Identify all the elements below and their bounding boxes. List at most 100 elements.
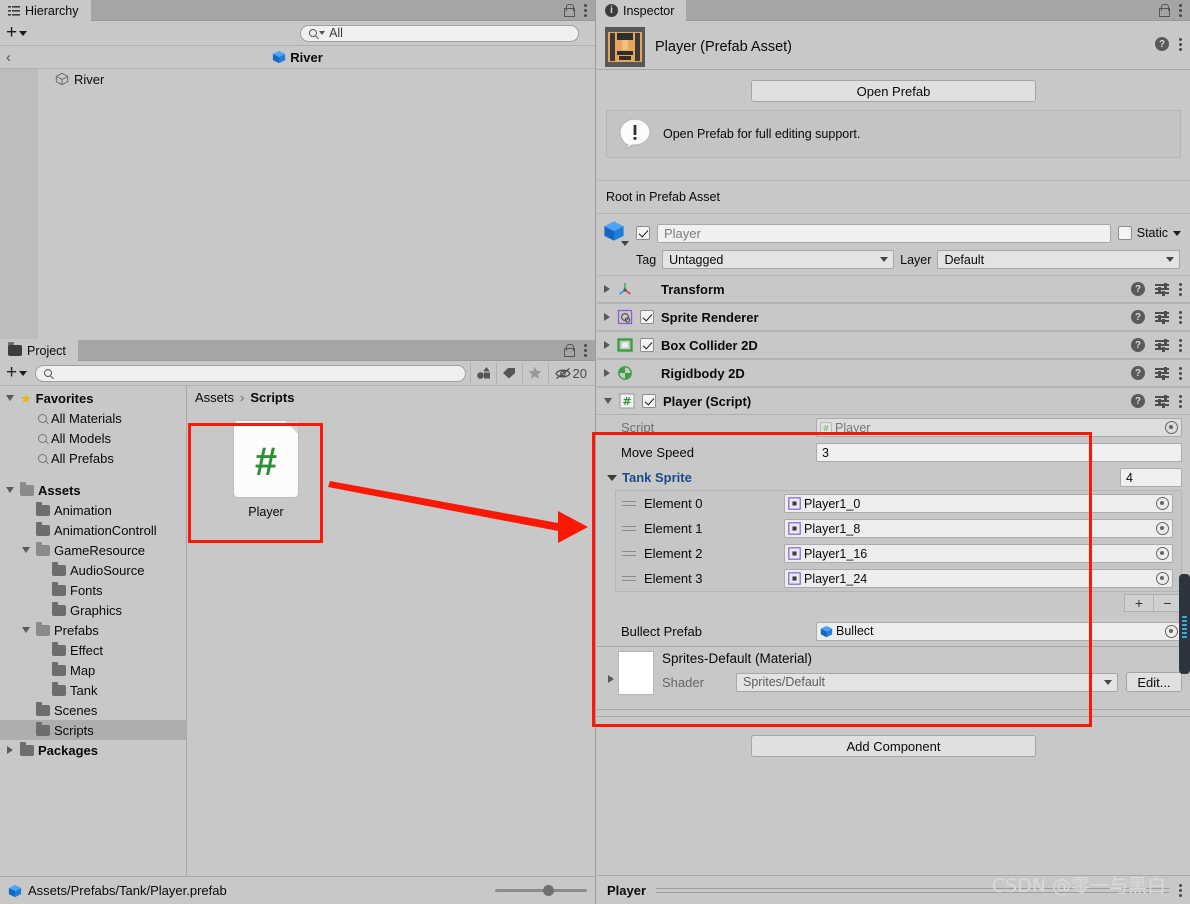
preset-icon[interactable] [1155, 310, 1169, 324]
kebab-menu-icon[interactable] [1179, 883, 1182, 897]
kebab-menu-icon[interactable] [1179, 366, 1182, 380]
kebab-menu-icon[interactable] [1179, 282, 1182, 296]
filter-by-type-button[interactable] [469, 363, 496, 383]
breadcrumb-root[interactable]: Assets [195, 390, 234, 405]
object-picker-icon[interactable] [1165, 421, 1178, 434]
script-object-field[interactable]: # Player [816, 418, 1182, 437]
object-picker-icon[interactable] [1156, 572, 1169, 585]
tree-item-all-prefabs[interactable]: All Prefabs [0, 448, 186, 468]
shader-edit-button[interactable]: Edit... [1126, 672, 1182, 692]
foldout-right-icon[interactable] [604, 313, 610, 321]
foldout-right-icon[interactable] [604, 369, 610, 377]
object-picker-icon[interactable] [1156, 547, 1169, 560]
help-icon[interactable]: ? [1155, 37, 1169, 51]
hidden-assets-count[interactable]: 20 [547, 363, 595, 383]
layer-dropdown[interactable]: Default [937, 250, 1180, 269]
component-row-transform[interactable]: Transform? [597, 275, 1190, 303]
twisty-down[interactable] [20, 547, 32, 553]
tree-item-animationcontroll[interactable]: AnimationControll [0, 520, 186, 540]
tree-item-audiosource[interactable]: AudioSource [0, 560, 186, 580]
tree-item-all-models[interactable]: All Models [0, 428, 186, 448]
tree-item-map[interactable]: Map [0, 660, 186, 680]
preset-icon[interactable] [1155, 394, 1169, 408]
asset-tile-player[interactable]: # Player [211, 421, 321, 519]
help-icon[interactable]: ? [1131, 394, 1145, 408]
hierarchy-search-input[interactable]: All [300, 24, 580, 42]
hierarchy-item-river[interactable]: River [0, 69, 595, 89]
back-icon[interactable]: ‹ [0, 49, 11, 66]
array-size-input[interactable]: 4 [1120, 468, 1182, 487]
lock-icon[interactable] [563, 344, 575, 357]
add-component-button[interactable]: Add Component [751, 735, 1036, 757]
chevron-down-icon[interactable] [1173, 230, 1181, 236]
kebab-menu-icon[interactable] [1179, 310, 1182, 324]
tank-sprite-foldout[interactable]: Tank Sprite 4 [597, 465, 1190, 490]
component-enabled-checkbox[interactable] [640, 310, 654, 324]
object-picker-icon[interactable] [1165, 624, 1178, 638]
gameobject-name-input[interactable]: Player [657, 223, 1111, 243]
array-element-object-field[interactable]: Player1_0 [784, 494, 1173, 513]
drag-handle-icon[interactable] [622, 500, 636, 507]
tree-item-favorites[interactable]: ★ Favorites [0, 388, 186, 408]
player-script-enabled-checkbox[interactable] [642, 394, 656, 408]
foldout-right-icon[interactable] [604, 285, 610, 293]
array-element-row[interactable]: Element 3 Player1_24 [616, 566, 1181, 591]
player-script-header[interactable]: # Player (Script) ? [597, 387, 1190, 415]
help-icon[interactable]: ? [1131, 282, 1145, 296]
component-enabled-checkbox[interactable] [640, 338, 654, 352]
static-checkbox[interactable] [1117, 226, 1132, 240]
help-icon[interactable]: ? [1131, 366, 1145, 380]
tree-item-assets[interactable]: Assets [0, 480, 186, 500]
lock-icon[interactable] [1158, 4, 1170, 17]
kebab-menu-icon[interactable] [1179, 37, 1182, 51]
bullet-prefab-object-field[interactable]: Bullect [816, 621, 1182, 641]
array-element-object-field[interactable]: Player1_16 [784, 544, 1173, 563]
filter-favorites-button[interactable] [521, 363, 548, 383]
create-asset-button[interactable]: + [6, 363, 28, 382]
kebab-menu-icon[interactable] [1179, 394, 1182, 408]
tree-item-fonts[interactable]: Fonts [0, 580, 186, 600]
tree-item-tank[interactable]: Tank [0, 680, 186, 700]
array-element-object-field[interactable]: Player1_8 [784, 519, 1173, 538]
preset-icon[interactable] [1155, 366, 1169, 380]
tree-item-animation[interactable]: Animation [0, 500, 186, 520]
foldout-down-icon[interactable] [607, 474, 617, 481]
component-row-box-collider-2d[interactable]: Box Collider 2D? [597, 331, 1190, 359]
array-element-object-field[interactable]: Player1_24 [784, 569, 1173, 588]
tree-item-all-materials[interactable]: All Materials [0, 408, 186, 428]
tree-item-graphics[interactable]: Graphics [0, 600, 186, 620]
foldout-down-icon[interactable] [604, 398, 612, 404]
tree-item-scenes[interactable]: Scenes [0, 700, 186, 720]
open-prefab-button[interactable]: Open Prefab [751, 80, 1036, 102]
material-foldout[interactable] [604, 651, 618, 683]
tree-item-packages[interactable]: Packages [0, 740, 186, 760]
drag-handle-icon[interactable] [622, 525, 636, 532]
slider-knob[interactable] [542, 885, 554, 896]
thumbnail-size-slider[interactable] [495, 885, 587, 896]
foldout-right-icon[interactable] [604, 341, 610, 349]
tree-item-prefabs[interactable]: Prefabs [0, 620, 186, 640]
tab-project[interactable]: Project [0, 340, 78, 361]
drag-handle-icon[interactable] [622, 550, 636, 557]
tree-item-effect[interactable]: Effect [0, 640, 186, 660]
twisty-down[interactable] [20, 627, 32, 633]
create-object-button[interactable]: + [6, 23, 28, 42]
gameobject-enabled-checkbox[interactable] [636, 226, 650, 240]
tree-item-scripts[interactable]: Scripts [0, 720, 186, 740]
kebab-menu-icon[interactable] [584, 3, 587, 17]
array-remove-button[interactable]: − [1153, 594, 1182, 612]
component-row-rigidbody-2d[interactable]: Rigidbody 2D? [597, 359, 1190, 387]
array-element-row[interactable]: Element 2 Player1_16 [616, 541, 1181, 566]
help-icon[interactable]: ? [1131, 310, 1145, 324]
object-picker-icon[interactable] [1156, 497, 1169, 510]
move-speed-input[interactable]: 3 [816, 443, 1182, 462]
tab-hierarchy[interactable]: Hierarchy [0, 0, 91, 21]
kebab-menu-icon[interactable] [584, 343, 587, 357]
kebab-menu-icon[interactable] [1179, 338, 1182, 352]
breadcrumb-current[interactable]: Scripts [250, 390, 294, 405]
inspector-scrollbar[interactable] [1179, 574, 1190, 674]
kebab-menu-icon[interactable] [1179, 3, 1182, 17]
array-element-row[interactable]: Element 1 Player1_8 [616, 516, 1181, 541]
shader-dropdown[interactable]: Sprites/Default [736, 672, 1118, 692]
chevron-down-icon[interactable] [621, 241, 629, 246]
